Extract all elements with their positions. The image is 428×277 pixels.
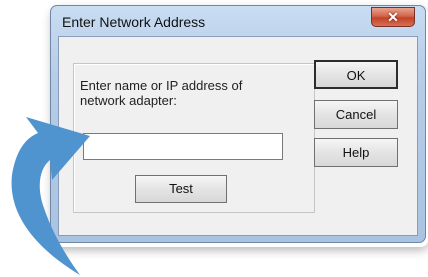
dialog-content: Enter name or IP address of network adap… <box>58 36 418 236</box>
dialog-window: Enter Network Address ✕ Enter name or IP… <box>50 5 426 243</box>
window-title: Enter Network Address <box>62 14 206 30</box>
test-button[interactable]: Test <box>135 175 227 203</box>
address-input[interactable] <box>83 133 283 160</box>
cancel-button-label: Cancel <box>335 107 377 122</box>
address-prompt: Enter name or IP address of network adap… <box>80 78 243 108</box>
cancel-button[interactable]: Cancel <box>314 100 398 129</box>
title-bar[interactable]: Enter Network Address ✕ <box>51 6 425 36</box>
close-icon: ✕ <box>387 9 399 25</box>
help-button-label: Help <box>342 145 370 160</box>
help-button[interactable]: Help <box>314 138 398 167</box>
test-button-label: Test <box>169 181 193 196</box>
ok-button-label: OK <box>346 68 366 83</box>
ok-button[interactable]: OK <box>314 60 398 89</box>
close-button[interactable]: ✕ <box>371 7 415 27</box>
